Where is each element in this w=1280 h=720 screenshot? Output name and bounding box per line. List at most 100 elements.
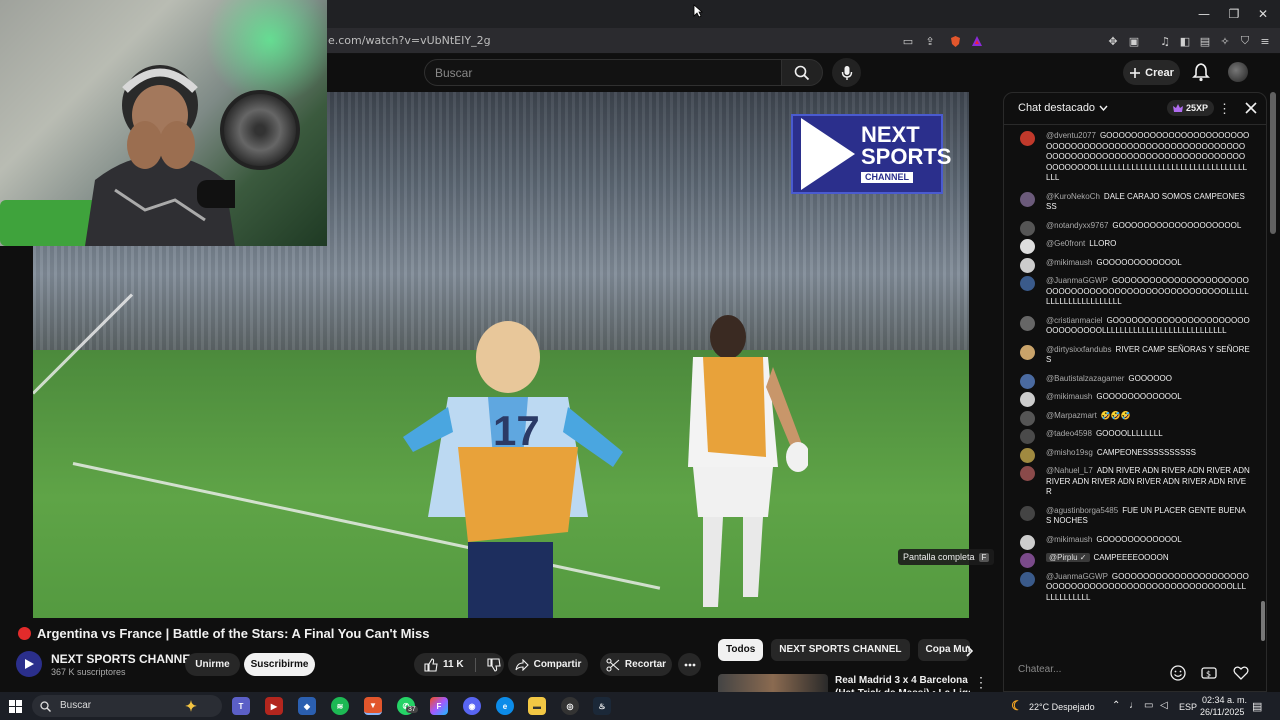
- chat-author-avatar[interactable]: [1020, 505, 1035, 521]
- copilot-sparkle-icon[interactable]: ✦: [182, 697, 200, 715]
- obs-icon[interactable]: ◎: [561, 697, 579, 715]
- chat-message[interactable]: @Bautistalzazagamer GOOOOOO: [1004, 372, 1266, 389]
- windows-start-icon[interactable]: [9, 700, 22, 713]
- chat-message[interactable]: @Ge0front LLORO: [1004, 237, 1266, 254]
- vpn-icon[interactable]: ⛉: [1236, 32, 1254, 50]
- chat-message[interactable]: @Nahuel_L7 ADN RIVER ADN RIVER ADN RIVER …: [1004, 464, 1266, 500]
- volume-icon[interactable]: ◁: [1160, 700, 1168, 711]
- video-editor-icon[interactable]: ▶: [265, 697, 283, 715]
- chat-message[interactable]: @dventu2077 GOOOOOOOOOOOOOOOOOOOOOOOOOOOO…: [1004, 129, 1266, 186]
- account-avatar[interactable]: [1228, 62, 1248, 82]
- chat-input[interactable]: Chatear...: [1018, 664, 1168, 675]
- tray-chevron-up-icon[interactable]: ⌃: [1112, 700, 1120, 711]
- notifications-bell-icon[interactable]: [1191, 62, 1211, 82]
- wallet-icon[interactable]: ▤: [1196, 32, 1214, 50]
- notifications-icon[interactable]: ▤: [1252, 700, 1262, 713]
- chat-author-name[interactable]: @dventu2077: [1046, 131, 1096, 140]
- clock-date[interactable]: 26/11/2025: [1200, 707, 1244, 717]
- thumbs-down-icon[interactable]: [487, 657, 501, 672]
- chat-message[interactable]: @mikimaush GOOOOOOOOOOOOL: [1004, 256, 1266, 273]
- chat-author-avatar[interactable]: [1020, 191, 1035, 207]
- chat-author-name[interactable]: @mikimaush: [1046, 392, 1092, 401]
- weather-text[interactable]: 22°C Despejado: [1029, 702, 1095, 712]
- recommendation-thumbnail[interactable]: [718, 674, 828, 692]
- share-icon[interactable]: ⇪: [921, 32, 939, 50]
- chat-author-avatar[interactable]: [1020, 534, 1035, 550]
- extensions-icon[interactable]: ✥: [1104, 32, 1122, 50]
- chat-message[interactable]: @notandyxx9767 GOOOOOOOOOOOOOOOOOOOL: [1004, 219, 1266, 236]
- chat-author-avatar[interactable]: [1020, 131, 1035, 146]
- chat-message[interactable]: @Pirplu ✓ CAMPEEEEOOOON: [1004, 551, 1266, 568]
- file-explorer-icon[interactable]: ▬: [528, 697, 546, 715]
- chat-author-name[interactable]: @JuanmaGGWP: [1046, 276, 1108, 285]
- chat-author-name[interactable]: @notandyxx9767: [1046, 221, 1108, 230]
- chip-todos[interactable]: Todos: [718, 639, 764, 661]
- chat-message[interactable]: @agustinborga5485 FUE UN PLACER GENTE BUE…: [1004, 504, 1266, 529]
- chips-next-button[interactable]: [958, 642, 980, 660]
- chat-author-avatar[interactable]: [1020, 392, 1035, 407]
- chat-author-avatar[interactable]: [1020, 344, 1035, 360]
- chat-author-name[interactable]: @cristianmaciel: [1046, 316, 1103, 325]
- teams-icon[interactable]: T: [232, 697, 250, 715]
- chat-author-avatar[interactable]: [1020, 447, 1035, 463]
- chat-scrollbar[interactable]: [1261, 601, 1265, 641]
- chat-author-name[interactable]: @JuanmaGGWP: [1046, 572, 1108, 581]
- chat-author-avatar[interactable]: [1020, 239, 1035, 254]
- edge-icon[interactable]: e: [496, 697, 514, 715]
- weather-icon[interactable]: ☾: [1008, 697, 1026, 715]
- minimize-button[interactable]: —: [1187, 0, 1221, 28]
- close-window-button[interactable]: ✕: [1246, 0, 1280, 28]
- chat-author-name[interactable]: @Nahuel_L7: [1046, 466, 1093, 475]
- chat-message[interactable]: @JuanmaGGWP GOOOOOOOOOOOOOOOOOOOOOOOOOOOO…: [1004, 274, 1266, 310]
- clock-time[interactable]: 02:34 a. m.: [1202, 695, 1247, 705]
- chat-message[interactable]: @JuanmaGGWP GOOOOOOOOOOOOOOOOOOOOOOOOOOOO…: [1004, 570, 1266, 606]
- chat-author-name[interactable]: @misho19sg: [1046, 448, 1093, 457]
- chat-author-avatar[interactable]: [1020, 220, 1035, 236]
- chat-author-name[interactable]: @mikimaush: [1046, 258, 1092, 267]
- menu-icon[interactable]: ≡: [1256, 32, 1274, 50]
- emoji-icon[interactable]: [1169, 664, 1187, 682]
- chat-message[interactable]: @mikimaush GOOOOOOOOOOOOL: [1004, 533, 1266, 550]
- chat-author-avatar[interactable]: [1020, 276, 1035, 291]
- chat-messages[interactable]: @dventu2077 GOOOOOOOOOOOOOOOOOOOOOOOOOOOO…: [1004, 129, 1266, 649]
- close-chat-icon[interactable]: [1242, 99, 1260, 117]
- channel-avatar[interactable]: [16, 651, 42, 677]
- channel-name[interactable]: NEXT SPORTS CHANNEL: [51, 652, 198, 666]
- chat-author-avatar[interactable]: [1020, 410, 1035, 426]
- create-button[interactable]: Crear: [1123, 60, 1180, 85]
- brave-shield-icon[interactable]: [946, 32, 964, 50]
- heart-icon[interactable]: [1232, 664, 1250, 682]
- discord-icon[interactable]: ◉: [463, 697, 481, 715]
- brave-browser-icon[interactable]: ▼: [364, 697, 382, 715]
- chat-options-icon[interactable]: ⋮: [1218, 101, 1231, 117]
- chat-message[interactable]: @mikimaush GOOOOOOOOOOOOL: [1004, 390, 1266, 407]
- chat-author-name[interactable]: @Bautistalzazagamer: [1046, 374, 1124, 383]
- chip-channel[interactable]: NEXT SPORTS CHANNEL: [771, 639, 910, 661]
- chat-author-avatar[interactable]: [1020, 315, 1035, 331]
- chat-author-name[interactable]: @mikimaush: [1046, 535, 1092, 544]
- chat-author-avatar[interactable]: [1020, 571, 1035, 587]
- chat-message[interactable]: @tadeo4598 GOOOOLLLLLLLL: [1004, 427, 1266, 444]
- recommendation-menu-icon[interactable]: ⋮: [974, 674, 988, 690]
- url-text[interactable]: e.com/watch?v=vUbNtEIY_2g: [328, 34, 491, 47]
- chat-message[interactable]: @cristianmaciel GOOOOOOOOOOOOOOOOOOOOOOOO…: [1004, 314, 1266, 339]
- language-indicator[interactable]: ESP: [1179, 702, 1197, 712]
- join-button[interactable]: Unirme: [185, 653, 240, 676]
- search-button[interactable]: [781, 59, 823, 86]
- chat-author-name[interactable]: @Pirplu ✓: [1046, 553, 1090, 562]
- share-button[interactable]: Compartir: [508, 653, 588, 676]
- thumbs-up-icon[interactable]: [424, 657, 438, 672]
- chat-author-avatar[interactable]: [1020, 373, 1035, 389]
- voice-search-button[interactable]: [832, 58, 861, 87]
- chat-message[interactable]: @dirtysixxfandubs RIVER CAMP SEÑORAS Y SE…: [1004, 343, 1266, 368]
- subscribe-button[interactable]: Suscribirme: [244, 653, 315, 676]
- chat-author-name[interactable]: @dirtysixxfandubs: [1046, 345, 1111, 354]
- chat-author-name[interactable]: @KuroNekoCh: [1046, 192, 1100, 201]
- figma-icon[interactable]: F: [430, 697, 448, 715]
- mic-tray-icon[interactable]: ♩: [1129, 700, 1139, 711]
- spotify-icon[interactable]: ≋: [331, 697, 349, 715]
- more-actions-button[interactable]: [678, 653, 701, 676]
- install-app-icon[interactable]: ▭: [899, 32, 917, 50]
- network-icon[interactable]: ▭: [1144, 700, 1153, 711]
- steam-icon[interactable]: ♨: [593, 697, 611, 715]
